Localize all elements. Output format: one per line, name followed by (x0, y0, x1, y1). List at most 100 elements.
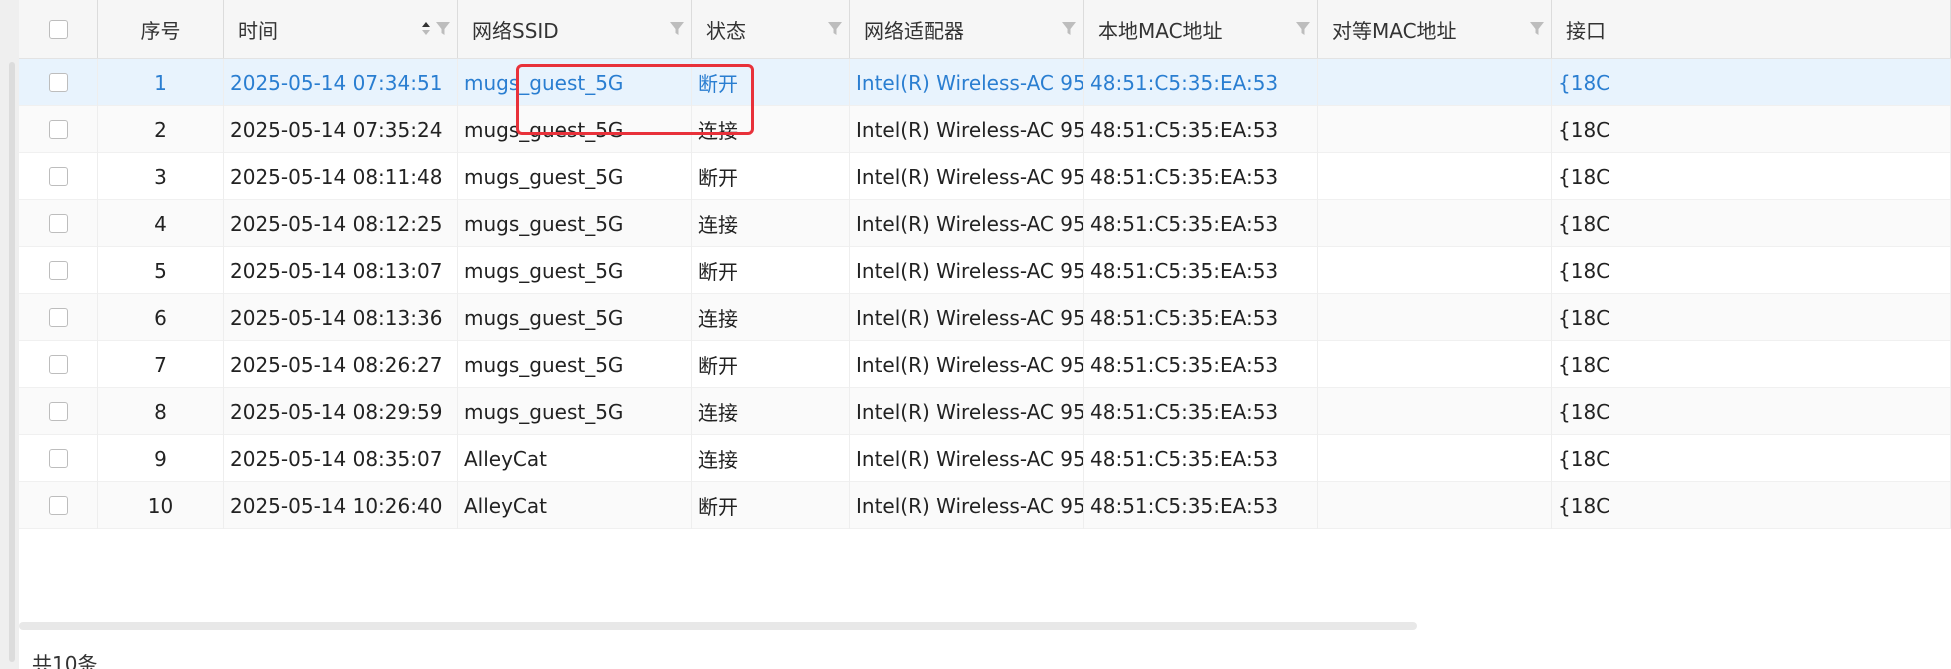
cell-seq: 6 (98, 294, 224, 341)
row-select-cell[interactable] (19, 153, 98, 200)
table-row[interactable]: 1 2025-05-14 07:34:51 mugs_guest_5G 断开 Intel… (19, 59, 1951, 106)
header-peer-mac[interactable]: 对等MAC地址 (1318, 0, 1552, 58)
cell-ssid: mugs_guest_5G (458, 106, 692, 153)
cell-peer-mac (1318, 153, 1552, 200)
cell-seq: 1 (98, 59, 224, 106)
header-interface-label: 接口 (1566, 18, 1606, 43)
row-select-cell[interactable] (19, 106, 98, 153)
header-status[interactable]: 状态 (692, 0, 850, 58)
row-select-cell[interactable] (19, 435, 98, 482)
table-row[interactable]: 4 2025-05-14 08:12:25 mugs_guest_5G 连接 Intel… (19, 200, 1951, 247)
header-adapter[interactable]: 网络适配器 (850, 0, 1084, 58)
cell-adapter: Intel(R) Wireless-AC 9560... (850, 341, 1084, 388)
cell-ssid: mugs_guest_5G (458, 200, 692, 247)
row-select-cell[interactable] (19, 482, 98, 529)
cell-adapter: Intel(R) Wireless-AC 9560... (850, 59, 1084, 106)
cell-time: 2025-05-14 08:11:48 (224, 153, 458, 200)
cell-adapter: Intel(R) Wireless-AC 9560... (850, 106, 1084, 153)
table-row[interactable]: 9 2025-05-14 08:35:07 AlleyCat 连接 Intel(R) W… (19, 435, 1951, 482)
cell-adapter: Intel(R) Wireless-AC 9560... (850, 388, 1084, 435)
cell-status: 连接 (692, 106, 850, 153)
row-checkbox[interactable] (48, 120, 68, 139)
row-checkbox[interactable] (48, 496, 68, 515)
table-row[interactable]: 5 2025-05-14 08:13:07 mugs_guest_5G 断开 Intel… (19, 247, 1951, 294)
cell-status: 连接 (692, 294, 850, 341)
row-checkbox[interactable] (48, 261, 68, 280)
cell-peer-mac (1318, 200, 1552, 247)
cell-status: 连接 (692, 435, 850, 482)
row-select-cell[interactable] (19, 294, 98, 341)
cell-time: 2025-05-14 07:34:51 (224, 59, 458, 106)
table-row[interactable]: 2 2025-05-14 07:35:24 mugs_guest_5G 连接 Intel… (19, 106, 1951, 153)
horizontal-scrollbar[interactable] (19, 621, 1951, 631)
filter-icon[interactable] (1061, 20, 1077, 37)
header-ssid[interactable]: 网络SSID (458, 0, 692, 58)
sort-icon[interactable] (421, 20, 431, 37)
table-row[interactable]: 10 2025-05-14 10:26:40 AlleyCat 断开 Intel(R) … (19, 482, 1951, 529)
cell-ssid: AlleyCat (458, 482, 692, 529)
cell-status: 断开 (692, 482, 850, 529)
cell-local-mac: 48:51:C5:35:EA:53 (1084, 106, 1318, 153)
cell-time: 2025-05-14 08:35:07 (224, 435, 458, 482)
header-time-label: 时间 (238, 18, 278, 43)
cell-interface: {18C (1552, 341, 1951, 388)
cell-local-mac: 48:51:C5:35:EA:53 (1084, 200, 1318, 247)
header-interface[interactable]: 接口 (1552, 0, 1951, 58)
cell-ssid: mugs_guest_5G (458, 153, 692, 200)
cell-ssid: mugs_guest_5G (458, 388, 692, 435)
cell-status: 断开 (692, 247, 850, 294)
row-checkbox[interactable] (48, 73, 68, 92)
cell-status: 断开 (692, 153, 850, 200)
table-row[interactable]: 6 2025-05-14 08:13:36 mugs_guest_5G 连接 Intel… (19, 294, 1951, 341)
cell-time: 2025-05-14 08:29:59 (224, 388, 458, 435)
row-checkbox[interactable] (48, 308, 68, 327)
header-local-mac[interactable]: 本地MAC地址 (1084, 0, 1318, 58)
table-row[interactable]: 3 2025-05-14 08:11:48 mugs_guest_5G 断开 Intel… (19, 153, 1951, 200)
table-row[interactable]: 7 2025-05-14 08:26:27 mugs_guest_5G 断开 Intel… (19, 341, 1951, 388)
table-panel: 序号 时间 网络SSID 状态 网络适配器 本地MAC地址 对等MAC地址 接口… (19, 0, 1951, 669)
cell-seq: 4 (98, 200, 224, 247)
cell-status: 断开 (692, 59, 850, 106)
row-checkbox[interactable] (48, 449, 68, 468)
row-select-cell[interactable] (19, 59, 98, 106)
cell-adapter: Intel(R) Wireless-AC 9560... (850, 200, 1084, 247)
filter-icon[interactable] (1529, 20, 1545, 37)
cell-ssid: AlleyCat (458, 435, 692, 482)
row-select-cell[interactable] (19, 247, 98, 294)
cell-adapter: Intel(R) Wireless-AC 9560... (850, 482, 1084, 529)
filter-icon[interactable] (435, 20, 451, 37)
row-checkbox[interactable] (48, 214, 68, 233)
filter-icon[interactable] (827, 20, 843, 37)
row-checkbox[interactable] (48, 167, 68, 186)
cell-ssid: mugs_guest_5G (458, 294, 692, 341)
header-seq[interactable]: 序号 (98, 0, 224, 58)
horizontal-scrollbar-thumb[interactable] (19, 622, 1417, 630)
cell-time: 2025-05-14 07:35:24 (224, 106, 458, 153)
cell-time: 2025-05-14 10:26:40 (224, 482, 458, 529)
filter-icon[interactable] (1295, 20, 1311, 37)
cell-seq: 10 (98, 482, 224, 529)
row-select-cell[interactable] (19, 341, 98, 388)
cell-adapter: Intel(R) Wireless-AC 9560... (850, 247, 1084, 294)
cell-peer-mac (1318, 435, 1552, 482)
row-select-cell[interactable] (19, 200, 98, 247)
cell-seq: 8 (98, 388, 224, 435)
cell-local-mac: 48:51:C5:35:EA:53 (1084, 59, 1318, 106)
left-scrollbar[interactable] (9, 62, 15, 662)
cell-peer-mac (1318, 482, 1552, 529)
header-time[interactable]: 时间 (224, 0, 458, 58)
table-row[interactable]: 8 2025-05-14 08:29:59 mugs_guest_5G 连接 Intel… (19, 388, 1951, 435)
left-strip (0, 0, 19, 669)
select-all-checkbox[interactable] (48, 19, 68, 39)
cell-interface: {18C (1552, 435, 1951, 482)
row-select-cell[interactable] (19, 388, 98, 435)
cell-local-mac: 48:51:C5:35:EA:53 (1084, 435, 1318, 482)
cell-peer-mac (1318, 294, 1552, 341)
cell-local-mac: 48:51:C5:35:EA:53 (1084, 341, 1318, 388)
filter-icon[interactable] (669, 20, 685, 37)
row-checkbox[interactable] (48, 402, 68, 421)
row-checkbox[interactable] (48, 355, 68, 374)
cell-seq: 3 (98, 153, 224, 200)
cell-time: 2025-05-14 08:13:36 (224, 294, 458, 341)
cell-interface: {18C (1552, 106, 1951, 153)
